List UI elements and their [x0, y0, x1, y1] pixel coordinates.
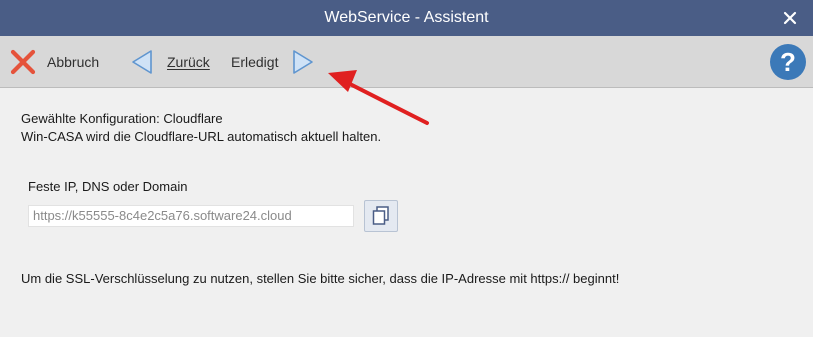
- red-x-icon: [10, 49, 36, 75]
- domain-field[interactable]: [28, 205, 354, 227]
- question-mark-icon: ?: [780, 46, 796, 77]
- cancel-label: Abbruch: [47, 54, 100, 70]
- arrow-right-icon: [293, 50, 314, 74]
- back-label: Zurück: [167, 54, 210, 70]
- window-title: WebService - Assistent: [324, 9, 489, 26]
- arrow-left-icon: [132, 50, 152, 74]
- copy-icon: [372, 206, 389, 225]
- done-label: Erledigt: [231, 54, 279, 70]
- info-line: Win-CASA wird die Cloudflare-URL automat…: [21, 129, 382, 144]
- cancel-button[interactable]: Abbruch: [9, 48, 99, 76]
- copy-button[interactable]: [364, 200, 398, 232]
- ssl-note: Um die SSL-Verschlüsselung zu nutzen, st…: [21, 271, 620, 286]
- close-icon: [783, 11, 797, 25]
- field-label: Feste IP, DNS oder Domain: [28, 179, 188, 194]
- close-button[interactable]: [779, 7, 801, 29]
- title-bar: WebService - Assistent: [0, 0, 813, 36]
- config-line: Gewählte Konfiguration: Cloudflare: [21, 111, 223, 126]
- back-button[interactable]: Zurück: [130, 49, 210, 75]
- help-button[interactable]: ?: [770, 44, 806, 80]
- done-button[interactable]: Erledigt: [231, 49, 315, 75]
- toolbar: [0, 36, 813, 88]
